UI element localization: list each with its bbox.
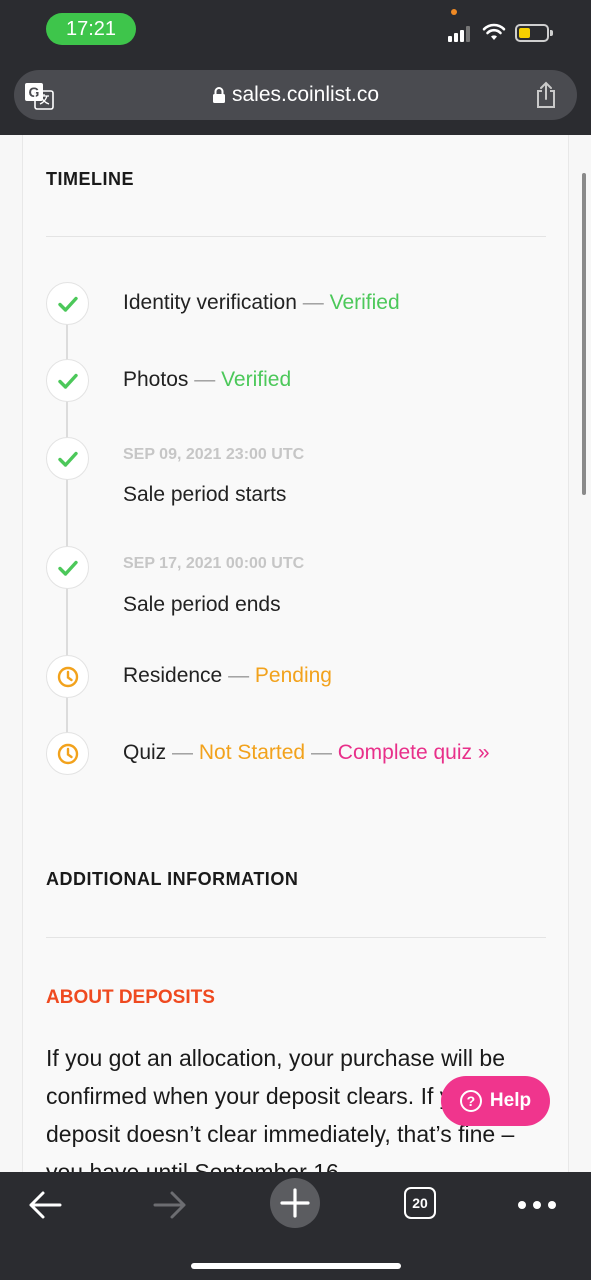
timeline-item-identity: Identity verification — Verified [123, 291, 400, 315]
forward-button[interactable] [147, 1182, 193, 1228]
address-bar[interactable]: G sales.coinlist.co [14, 70, 577, 120]
timeline-date: SEP 09, 2021 23:00 UTC [123, 446, 305, 463]
timeline-item-label: Quiz [123, 741, 167, 764]
url-field[interactable]: sales.coinlist.co [14, 70, 577, 120]
divider [46, 937, 546, 938]
timeline-item-sale-end: Sale period ends [123, 593, 281, 616]
check-icon [46, 437, 89, 480]
timeline-heading: TIMELINE [46, 169, 134, 189]
check-icon [46, 546, 89, 589]
new-tab-button[interactable] [270, 1178, 320, 1228]
plus-icon [280, 1188, 310, 1218]
cellular-signal-icon [448, 26, 474, 42]
timeline-item-photos: Photos — Verified [123, 368, 291, 392]
timeline-item-label: Photos [123, 368, 189, 391]
tabs-button[interactable]: 20 [404, 1187, 436, 1219]
page-content[interactable]: TIMELINE Identity verification — Verifie… [0, 135, 591, 1172]
additional-info-heading: ADDITIONAL INFORMATION [46, 869, 299, 889]
about-deposits-heading: ABOUT DEPOSITS [46, 987, 215, 1008]
status-pending: Pending [254, 664, 332, 687]
arrow-right-icon [153, 1191, 186, 1219]
url-text: sales.coinlist.co [231, 83, 380, 106]
share-icon[interactable] [535, 81, 557, 109]
clock-icon [46, 655, 89, 698]
divider [46, 236, 546, 237]
separator: — [172, 741, 194, 764]
separator: — [310, 741, 332, 764]
timeline-item-quiz: Quiz — Not Started — Complete quiz » [123, 741, 490, 765]
separator: — [194, 368, 216, 391]
more-icon [518, 1201, 556, 1209]
timeline-item-label: Residence [123, 664, 223, 687]
separator: — [228, 664, 250, 687]
tab-count: 20 [404, 1187, 436, 1219]
timeline-item-residence: Residence — Pending [123, 664, 332, 688]
help-button[interactable]: ? Help [441, 1076, 550, 1126]
privacy-indicator-dot [451, 9, 457, 15]
check-icon [46, 282, 89, 325]
status-verified: Verified [329, 291, 400, 314]
arrow-left-icon [29, 1191, 62, 1219]
question-icon: ? [459, 1090, 482, 1112]
timeline-item-sale-start: Sale period starts [123, 483, 287, 506]
menu-button[interactable] [514, 1182, 560, 1228]
status-time: 17:21 [46, 13, 136, 45]
check-icon [46, 359, 89, 402]
timeline-date: SEP 17, 2021 00:00 UTC [123, 555, 305, 572]
scrollbar-thumb[interactable] [582, 173, 586, 495]
status-not-started: Not Started [198, 741, 306, 764]
back-button[interactable] [22, 1182, 68, 1228]
status-bar: 17:21 [0, 0, 591, 58]
complete-quiz-link[interactable]: Complete quiz » [338, 741, 490, 764]
help-label: Help [489, 1090, 532, 1111]
battery-icon [515, 24, 553, 42]
timeline-item-label: Identity verification [123, 291, 297, 314]
status-verified: Verified [221, 368, 292, 391]
wifi-icon [482, 23, 506, 40]
separator: — [302, 291, 324, 314]
clock-icon [46, 732, 89, 775]
home-indicator[interactable] [191, 1263, 401, 1269]
lock-icon [212, 87, 225, 103]
